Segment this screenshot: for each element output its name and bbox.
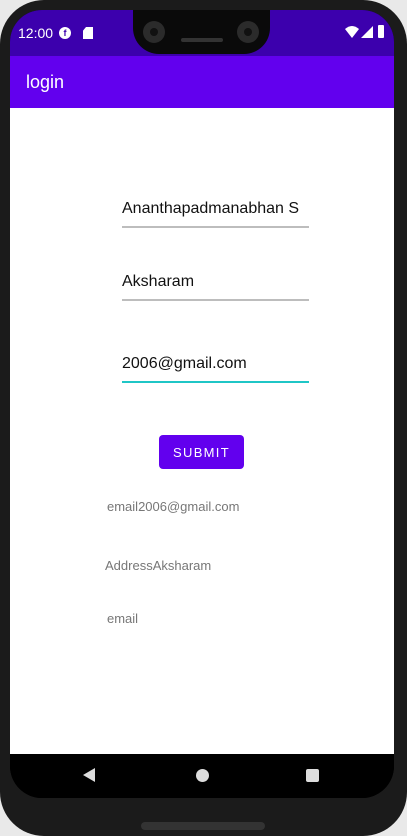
output-email-label: email [107, 611, 139, 626]
submit-button[interactable]: SUBMIT [159, 435, 244, 469]
address-field[interactable]: Aksharam [122, 273, 309, 301]
front-sensor-icon [237, 21, 259, 43]
screen: 12:00 f login Ananthapadmanabhan S Aksha… [10, 10, 394, 798]
front-camera-icon [143, 21, 165, 43]
wifi-icon [345, 26, 359, 38]
recent-apps-icon[interactable] [306, 769, 319, 782]
sd-card-icon [83, 27, 93, 39]
email-field[interactable]: 2006@gmail.com [122, 355, 309, 383]
signal-icon [361, 26, 373, 38]
f-app-icon: f [59, 27, 71, 39]
status-time: 12:00 [18, 25, 54, 41]
battery-icon [378, 25, 384, 38]
output-address-text: AddressAksharam [105, 558, 212, 573]
navigation-bar [10, 754, 394, 798]
output-email-text: email2006@gmail.com [107, 499, 240, 514]
phone-frame: 12:00 f login Ananthapadmanabhan S Aksha… [0, 0, 407, 836]
app-title: login [26, 72, 65, 92]
home-icon[interactable] [196, 769, 209, 782]
back-icon[interactable] [83, 768, 95, 782]
earpiece [181, 38, 223, 42]
main-content: Ananthapadmanabhan S Aksharam 2006@gmail… [10, 108, 394, 754]
camera-notch [133, 10, 270, 54]
name-field[interactable]: Ananthapadmanabhan S [122, 200, 309, 228]
app-bar: login [10, 56, 394, 108]
bottom-speaker [141, 822, 265, 830]
